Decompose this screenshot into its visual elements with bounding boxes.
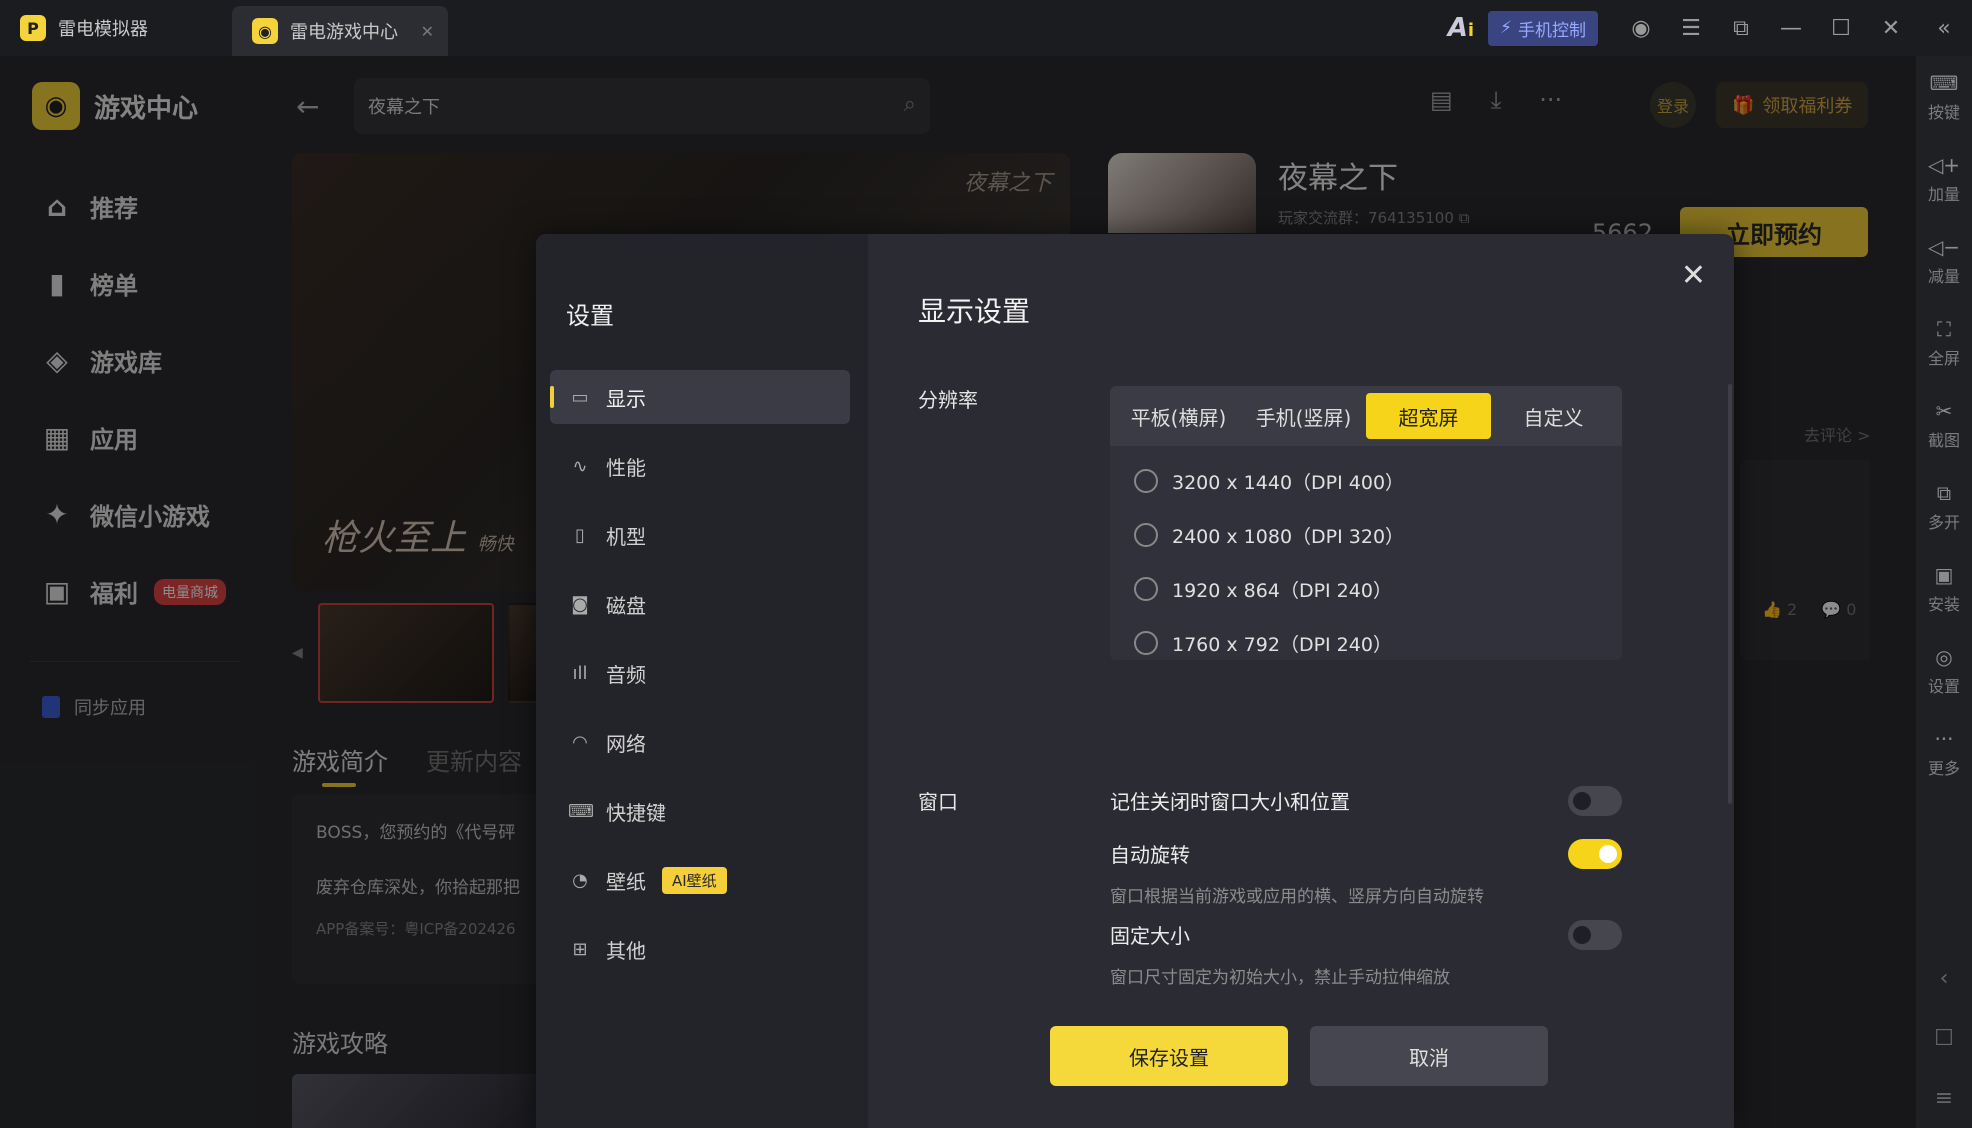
remember-window-row: 记住关闭时窗口大小和位置: [1110, 786, 1622, 816]
tab-label: 雷电模拟器: [58, 19, 148, 40]
radio-button[interactable]: [1134, 523, 1158, 547]
fixed-size-row: 固定大小 窗口尺寸固定为初始大小，禁止手动拉伸缩放: [1110, 920, 1622, 988]
rail-volume-down[interactable]: ◁− 减量: [1916, 220, 1972, 302]
maximize-icon[interactable]: ☐: [1816, 0, 1866, 56]
auto-rotate-row: 自动旋转 窗口根据当前游戏或应用的横、竖屏方向自动旋转: [1110, 839, 1622, 907]
close-icon[interactable]: ✕: [421, 22, 434, 41]
settings-item-network[interactable]: ◠ 网络: [550, 715, 850, 769]
rail-screenshot[interactable]: ✂ 截图: [1916, 384, 1972, 466]
multi-instance-icon: ⧉: [1936, 481, 1952, 505]
auto-rotate-toggle[interactable]: [1568, 839, 1622, 869]
tab-label: 雷电游戏中心: [290, 22, 398, 43]
tab-emulator[interactable]: P 雷电模拟器: [0, 0, 230, 56]
title-bar: P 雷电模拟器 ◉ 雷电游戏中心 ✕ Ai ⚡ 手机控制 ◉ ☰ ⧉ — ☐ ✕ …: [0, 0, 1972, 56]
performance-icon: ∿: [572, 455, 588, 477]
rail-more[interactable]: ··· 更多: [1916, 712, 1972, 794]
resolution-option[interactable]: 3200 x 1440（DPI 400）: [1110, 454, 1622, 508]
volume-up-icon: ◁+: [1927, 153, 1961, 177]
rail-fullscreen[interactable]: ⛶ 全屏: [1916, 302, 1972, 384]
radio-button[interactable]: [1134, 577, 1158, 601]
android-back-icon[interactable]: ‹: [1916, 948, 1972, 1008]
account-icon[interactable]: ◉: [1616, 0, 1666, 56]
resolution-option[interactable]: 1920 x 864（DPI 240）: [1110, 562, 1622, 616]
fixed-size-toggle[interactable]: [1568, 920, 1622, 950]
android-home-icon[interactable]: ☐: [1916, 1008, 1972, 1068]
settings-sidebar: 设置 ▭ 显示 ∿ 性能 ▯ 机型 ◙ 磁盘 ıll 音频 ◠ 网络 ⌨ 快捷键 ◔ 壁纸 AI壁…: [536, 234, 868, 1128]
collapse-rail-icon[interactable]: «: [1916, 0, 1972, 56]
rail-multi[interactable]: ⧉ 多开: [1916, 466, 1972, 548]
rail-volume-up[interactable]: ◁+ 加量: [1916, 138, 1972, 220]
toggle-knob: [1599, 845, 1617, 863]
tool-rail: ⌨ 按键 ◁+ 加量 ◁− 减量 ⛶ 全屏 ✂ 截图 ⧉ 多开 ▣ 安装 ◎ 设置 ··· 更多 …: [1916, 56, 1972, 1128]
rail-keymap[interactable]: ⌨ 按键: [1916, 56, 1972, 138]
apk-install-icon: ▣: [1934, 563, 1954, 587]
close-icon[interactable]: ✕: [1681, 258, 1706, 293]
android-recents-icon[interactable]: ≡: [1916, 1068, 1972, 1128]
resolution-option[interactable]: 2400 x 1080（DPI 320）: [1110, 508, 1622, 562]
remember-window-toggle[interactable]: [1568, 786, 1622, 816]
resolution-options: 3200 x 1440（DPI 400） 2400 x 1080（DPI 320…: [1110, 446, 1622, 660]
audio-icon: ıll: [572, 662, 588, 684]
resolution-tabs: 平板(横屏) 手机(竖屏) 超宽屏 自定义: [1110, 386, 1622, 446]
settings-title: 设置: [566, 302, 614, 330]
cancel-button[interactable]: 取消: [1310, 1026, 1548, 1086]
keyboard-icon: ⌨: [1929, 71, 1959, 95]
restore-window-icon[interactable]: ⧉: [1716, 0, 1766, 56]
settings-menu: ▭ 显示 ∿ 性能 ▯ 机型 ◙ 磁盘 ıll 音频 ◠ 网络 ⌨ 快捷键 ◔ 壁纸 AI壁纸 ⊞…: [550, 370, 850, 991]
more-icon: ···: [1934, 727, 1954, 751]
tab-phone[interactable]: 手机(竖屏): [1241, 393, 1366, 439]
phone-model-icon: ▯: [575, 524, 585, 546]
radio-button[interactable]: [1134, 469, 1158, 493]
grid-icon: ⊞: [572, 938, 588, 960]
settings-item-hotkeys[interactable]: ⌨ 快捷键: [550, 784, 850, 838]
emulator-logo-icon: P: [20, 15, 46, 41]
window-label: 窗口: [918, 790, 958, 814]
settings-icon: ◎: [1935, 645, 1953, 669]
toggle-knob: [1573, 792, 1591, 810]
settings-item-other[interactable]: ⊞ 其他: [550, 922, 850, 976]
rail-settings[interactable]: ◎ 设置: [1916, 630, 1972, 712]
ai-icon[interactable]: Ai: [1448, 13, 1474, 43]
toggle-knob: [1573, 926, 1591, 944]
close-window-icon[interactable]: ✕: [1866, 0, 1916, 56]
lightning-icon: ⚡: [1500, 18, 1512, 38]
keyboard-icon: ⌨: [568, 800, 594, 822]
monitor-icon: ▭: [571, 386, 589, 408]
settings-item-model[interactable]: ▯ 机型: [550, 508, 850, 562]
gamepad-logo-icon: ◉: [252, 18, 278, 44]
resolution-label: 分辨率: [918, 388, 978, 412]
disk-icon: ◙: [571, 593, 589, 615]
volume-down-icon: ◁−: [1927, 235, 1961, 259]
tab-ultrawide[interactable]: 超宽屏: [1366, 393, 1491, 439]
wifi-icon: ◠: [572, 731, 588, 753]
settings-item-disk[interactable]: ◙ 磁盘: [550, 577, 850, 631]
ai-wallpaper-badge: AI壁纸: [662, 866, 727, 894]
settings-content: 显示设置 ✕ 分辨率 平板(横屏) 手机(竖屏) 超宽屏 自定义 3200 x …: [868, 234, 1734, 1128]
settings-item-audio[interactable]: ıll 音频: [550, 646, 850, 700]
radio-button[interactable]: [1134, 631, 1158, 655]
android-nav: ‹ ☐ ≡: [1916, 948, 1972, 1128]
scrollbar[interactable]: [1728, 384, 1732, 804]
tab-game-center[interactable]: ◉ 雷电游戏中心 ✕: [232, 6, 448, 56]
fullscreen-icon: ⛶: [1937, 317, 1951, 341]
rail-install[interactable]: ▣ 安装: [1916, 548, 1972, 630]
settings-item-wallpaper[interactable]: ◔ 壁纸 AI壁纸: [550, 853, 850, 907]
scissors-icon: ✂: [1935, 399, 1953, 423]
menu-icon[interactable]: ☰: [1666, 0, 1716, 56]
resolution-option[interactable]: 1760 x 792（DPI 240）: [1110, 616, 1622, 670]
tab-custom[interactable]: 自定义: [1491, 393, 1616, 439]
minimize-icon[interactable]: —: [1766, 0, 1816, 56]
palette-icon: ◔: [572, 869, 588, 891]
tab-tablet[interactable]: 平板(横屏): [1116, 393, 1241, 439]
window-controls: Ai ⚡ 手机控制 ◉ ☰ ⧉ — ☐ ✕ «: [1448, 0, 1972, 56]
save-button[interactable]: 保存设置: [1050, 1026, 1288, 1086]
settings-item-performance[interactable]: ∿ 性能: [550, 439, 850, 493]
display-settings-title: 显示设置: [918, 295, 1031, 328]
settings-dialog: 设置 ▭ 显示 ∿ 性能 ▯ 机型 ◙ 磁盘 ıll 音频 ◠ 网络 ⌨ 快捷键 ◔ 壁纸 AI壁…: [536, 234, 1734, 1128]
settings-item-display[interactable]: ▭ 显示: [550, 370, 850, 424]
phone-control-button[interactable]: ⚡ 手机控制: [1488, 10, 1598, 46]
